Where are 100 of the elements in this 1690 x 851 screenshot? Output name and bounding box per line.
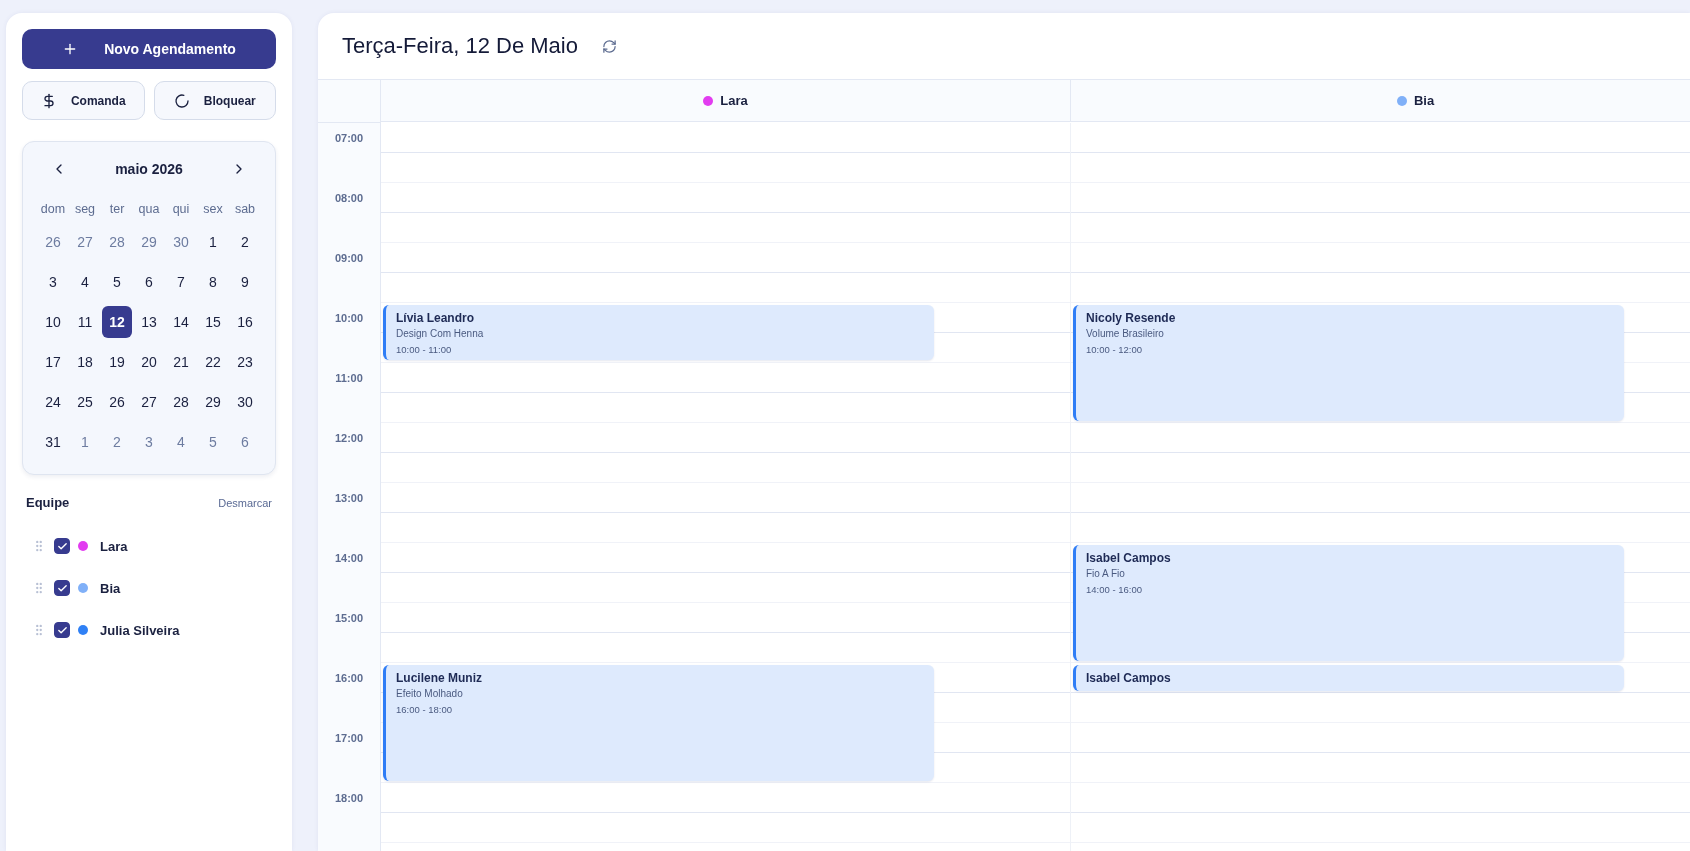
calendar-day[interactable]: 5 (198, 426, 228, 458)
member-checkbox[interactable] (54, 538, 70, 554)
calendar-day[interactable]: 27 (70, 226, 100, 258)
appointment-card[interactable]: Nicoly Resende Volume Brasileiro 10:00 - 12:00 (1073, 305, 1624, 421)
calendar-day[interactable]: 2 (102, 426, 132, 458)
member-checkbox[interactable] (54, 580, 70, 596)
weekday-label: qui (171, 201, 191, 218)
check-icon (56, 540, 68, 552)
action-button[interactable]: Comanda (22, 81, 145, 120)
service-name: Volume Brasileiro (1086, 328, 1165, 339)
hour-label: 10:00 (334, 312, 364, 326)
date-title: Terça-Feira, 12 De Maio (342, 33, 578, 59)
appointment-time: 14:00 - 16:00 (1086, 584, 1143, 595)
weekday-label: seg (73, 201, 97, 218)
client-name: Nicoly Resende (1086, 311, 1177, 325)
service-name: Fio A Fio (1086, 568, 1126, 579)
calendar-day[interactable]: 19 (102, 346, 132, 378)
calendar-day[interactable]: 10 (38, 306, 68, 338)
refresh-icon (602, 38, 617, 54)
service-name: Efeito Molhado (396, 688, 464, 699)
staff-name: Bia (1413, 93, 1435, 108)
spinner-icon (173, 92, 190, 109)
calendar-day[interactable]: 14 (166, 306, 196, 338)
calendar-day[interactable]: 1 (70, 426, 100, 458)
calendar-day[interactable]: 4 (166, 426, 196, 458)
uncheck-all-link[interactable]: Desmarcar (218, 496, 272, 509)
weekday-label: qua (137, 201, 161, 218)
calendar-day[interactable]: 6 (134, 266, 164, 298)
check-icon (56, 582, 68, 594)
calendar-day[interactable]: 23 (230, 346, 260, 378)
calendar-day[interactable]: 4 (70, 266, 100, 298)
client-name: Isabel Campos (1086, 671, 1172, 685)
calendar-day[interactable]: 28 (102, 226, 132, 258)
calendar-day[interactable]: 30 (230, 386, 260, 418)
member-name: Lara (100, 538, 128, 554)
calendar-day[interactable]: 12 (102, 306, 132, 338)
calendar-day[interactable]: 15 (198, 306, 228, 338)
weekday-label: ter (108, 201, 126, 218)
new-appointment-button[interactable]: Novo Agendamento (22, 29, 276, 69)
hour-label: 07:00 (334, 132, 364, 146)
month-label: maio 2026 (115, 161, 183, 177)
hour-label: 09:00 (334, 252, 364, 266)
weekday-label: sex (202, 201, 224, 218)
hour-label: 14:00 (334, 552, 364, 566)
appointment-card[interactable]: Isabel Campos Fio A Fio 14:00 - 16:00 (1073, 545, 1624, 661)
appointment-time: 10:00 - 12:00 (1086, 344, 1143, 355)
calendar-day[interactable]: 6 (230, 426, 260, 458)
calendar-day[interactable]: 31 (38, 426, 68, 458)
appointment-time: 16:00 - 18:00 (396, 704, 453, 715)
hour-label: 13:00 (334, 492, 364, 506)
calendar-day[interactable]: 29 (198, 386, 228, 418)
schedule-column[interactable]: Lívia Leandro Design Com Henna 10:00 - 11:00 Lucilene Muniz Efeito Molhado 16:00 - 18:00 (381, 123, 1071, 851)
client-name: Lívia Leandro (396, 311, 476, 325)
hour-label: 16:00 (334, 672, 364, 686)
schedule-column[interactable]: Nicoly Resende Volume Brasileiro 10:00 - 12:00 Isabel Campos Fio A Fio 14:00 - 16:00 Isabel Campos (1071, 123, 1690, 851)
calendar-day[interactable]: 7 (166, 266, 196, 298)
appointment-time: 10:00 - 11:00 (396, 344, 453, 355)
weekday-label: sab (233, 201, 257, 218)
calendar-day[interactable]: 13 (134, 306, 164, 338)
calendar-day[interactable]: 11 (70, 306, 100, 338)
calendar-day[interactable]: 20 (134, 346, 164, 378)
calendar-day[interactable]: 9 (230, 266, 260, 298)
calendar-day[interactable]: 1 (198, 226, 228, 258)
appointment-card[interactable]: Lucilene Muniz Efeito Molhado 16:00 - 18:00 (383, 665, 934, 781)
calendar-day[interactable]: 29 (134, 226, 164, 258)
calendar-day[interactable]: 22 (198, 346, 228, 378)
team-heading: Equipe (26, 495, 70, 510)
calendar-day[interactable]: 16 (230, 306, 260, 338)
calendar-day[interactable]: 8 (198, 266, 228, 298)
member-name: Julia Silveira (100, 622, 180, 638)
hour-label: 11:00 (335, 372, 363, 386)
calendar-day[interactable]: 25 (70, 386, 100, 418)
calendar-day[interactable]: 30 (166, 226, 196, 258)
client-name: Isabel Campos (1086, 551, 1172, 565)
appointment-card[interactable]: Isabel Campos (1073, 665, 1624, 691)
check-icon (56, 624, 68, 636)
calendar-day[interactable]: 21 (166, 346, 196, 378)
calendar-day[interactable]: 24 (38, 386, 68, 418)
client-name: Lucilene Muniz (396, 671, 483, 685)
refresh-button[interactable] (602, 38, 617, 54)
calendar-day[interactable]: 3 (134, 426, 164, 458)
calendar-day[interactable]: 28 (166, 386, 196, 418)
calendar-day[interactable]: 5 (102, 266, 132, 298)
service-name: Design Com Henna (396, 328, 485, 339)
action-button[interactable]: Bloquear (153, 81, 276, 120)
weekday-label: dom (39, 201, 67, 218)
calendar-day[interactable]: 17 (38, 346, 68, 378)
calendar-day[interactable]: 26 (102, 386, 132, 418)
hour-label: 18:00 (334, 792, 364, 806)
member-checkbox[interactable] (54, 622, 70, 638)
hour-label: 12:00 (334, 432, 364, 446)
appointment-card[interactable]: Lívia Leandro Design Com Henna 10:00 - 11:00 (383, 305, 934, 360)
hour-label: 17:00 (334, 732, 364, 746)
member-name: Bia (100, 580, 121, 596)
calendar-day[interactable]: 2 (230, 226, 260, 258)
calendar-day[interactable]: 27 (134, 386, 164, 418)
calendar-day[interactable]: 3 (38, 266, 68, 298)
calendar-day[interactable]: 18 (70, 346, 100, 378)
hour-label: 08:00 (334, 192, 364, 206)
calendar-day[interactable]: 26 (38, 226, 68, 258)
